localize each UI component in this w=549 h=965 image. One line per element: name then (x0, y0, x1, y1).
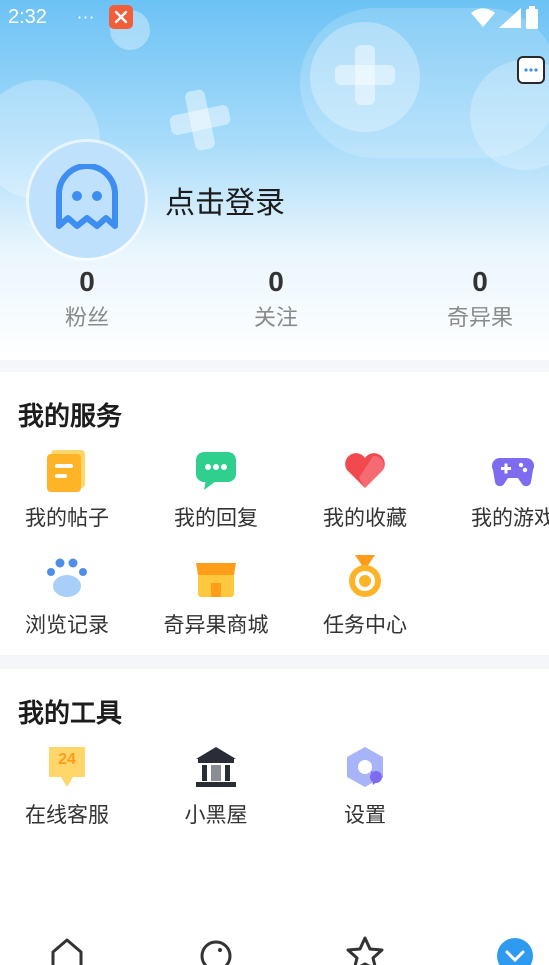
service-label: 我的游戏 (471, 506, 549, 530)
services-section: 我的服务 我的帖子 我的回复 我的收藏 我的游戏 浏览记录 奇异果商城 任务中心 (0, 372, 549, 655)
nav-favorites-tab[interactable] (345, 934, 385, 965)
building-icon (194, 745, 238, 789)
stat-label: 粉丝 (64, 306, 109, 331)
service-label: 我的收藏 (323, 506, 407, 530)
service-label: 任务中心 (323, 613, 407, 637)
service-label: 浏览记录 (25, 613, 109, 637)
support-badge-text: 24 (58, 751, 76, 768)
ghost-avatar-icon (56, 164, 118, 229)
tool-label: 设置 (344, 803, 386, 827)
decor-cross (335, 45, 395, 105)
stat-fans[interactable]: 0 粉丝 (27, 266, 147, 332)
tool-label: 小黑屋 (184, 803, 248, 827)
wifi-icon (471, 8, 495, 27)
support-24-icon: 24 (45, 745, 89, 789)
store-icon (194, 555, 238, 599)
bottom-nav (0, 920, 549, 965)
status-right (471, 6, 539, 30)
service-favorites[interactable]: 我的收藏 (295, 448, 435, 532)
service-replies[interactable]: 我的回复 (146, 448, 286, 532)
tool-settings[interactable]: 设置 (295, 745, 435, 829)
service-games[interactable]: 我的游戏 (443, 448, 549, 532)
home-icon (51, 938, 83, 965)
service-history[interactable]: 浏览记录 (0, 555, 137, 639)
service-posts[interactable]: 我的帖子 (0, 448, 137, 532)
battery-icon (526, 6, 538, 29)
profile-tab-icon (497, 938, 533, 965)
service-label: 我的帖子 (25, 506, 109, 530)
services-title: 我的服务 (18, 402, 123, 432)
reply-icon (194, 448, 238, 492)
service-label: 我的回复 (174, 506, 258, 530)
stat-value: 0 (472, 266, 488, 297)
stat-value: 0 (268, 266, 284, 297)
message-button[interactable] (517, 56, 545, 84)
status-dots: ··· (76, 7, 96, 27)
stat-following[interactable]: 0 关注 (216, 266, 336, 332)
message-icon (524, 68, 538, 72)
tool-label: 在线客服 (25, 803, 109, 827)
stats-row: 0 粉丝 0 关注 0 奇异果 (0, 266, 549, 346)
tools-title: 我的工具 (18, 699, 123, 729)
decor-cross (164, 84, 235, 155)
service-label: 奇异果商城 (163, 613, 269, 637)
nav-home-tab[interactable] (47, 934, 87, 965)
post-icon (45, 448, 89, 492)
discover-icon (200, 940, 232, 965)
medal-icon (343, 555, 387, 599)
service-store[interactable]: 奇异果商城 (146, 555, 286, 639)
paw-history-icon (45, 555, 89, 599)
tool-blackroom[interactable]: 小黑屋 (146, 745, 286, 829)
signal-icon (499, 8, 521, 28)
service-tasks[interactable]: 任务中心 (295, 555, 435, 639)
gamepad-icon (491, 448, 535, 492)
settings-icon (343, 745, 387, 789)
favorite-heart-icon (343, 448, 387, 492)
app-notification-icon (109, 5, 134, 29)
login-link[interactable]: 点击登录 (165, 178, 285, 222)
stat-label: 关注 (253, 306, 298, 331)
tools-section: 我的工具 24 在线客服 小黑屋 设置 (0, 669, 549, 920)
avatar[interactable] (29, 142, 145, 258)
nav-discover-tab[interactable] (196, 934, 236, 965)
status-time: 2:32 (8, 5, 47, 28)
status-bar: 2:32 ··· (0, 0, 549, 34)
stat-kiwi[interactable]: 0 奇异果 (420, 266, 540, 332)
tool-support[interactable]: 24 在线客服 (0, 745, 137, 829)
stat-label: 奇异果 (446, 306, 513, 331)
nav-profile-tab[interactable] (495, 936, 535, 965)
star-icon (346, 936, 384, 965)
stat-value: 0 (79, 266, 95, 297)
